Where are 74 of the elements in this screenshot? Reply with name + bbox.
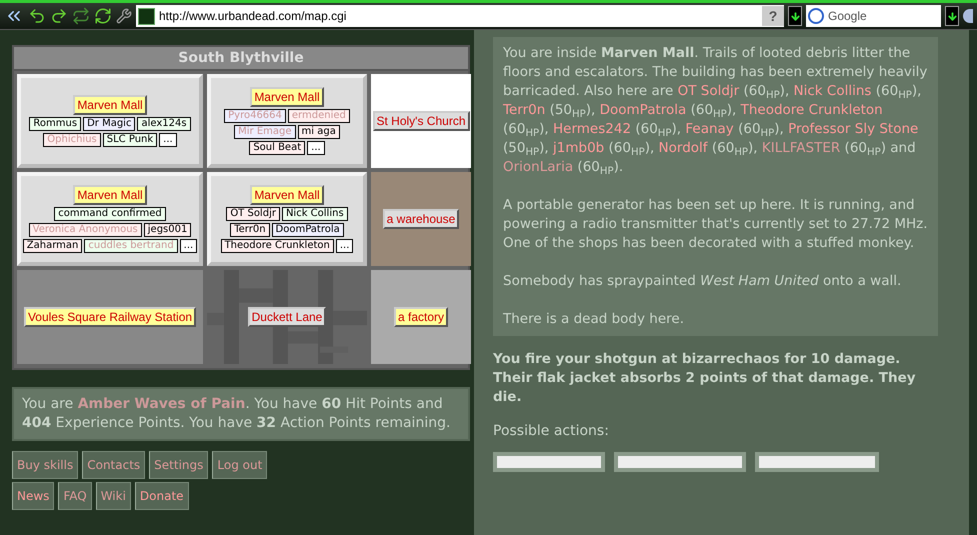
survivor-tag[interactable]: ... (336, 239, 354, 253)
nav-link[interactable]: Log out (212, 451, 268, 479)
description-text: A portable generator has been set up here. It is running, and powering a radio transmitter that's currently set to 27.72 MHz. One of the shops has been decorated with a stuffed monkey. (503, 196, 928, 253)
player-link[interactable]: Nick Collins (794, 83, 872, 99)
description-text: Somebody has spraypainted West Ham United onto a wall. (503, 272, 902, 291)
survivor-tag[interactable]: Rommus (29, 117, 82, 131)
survivor-tag[interactable]: SLC Punk (102, 133, 158, 147)
action-button[interactable] (493, 452, 605, 472)
help-button[interactable]: ? (762, 6, 784, 26)
refresh-icon[interactable] (94, 7, 112, 25)
survivor-tag[interactable]: alex124s (137, 117, 191, 131)
arrow-down-icon (790, 10, 800, 22)
location-button[interactable]: Voules Square Railway Station (24, 307, 196, 327)
survivor-tag[interactable]: ermdenied (288, 109, 350, 123)
description-text: There is a dead body here. (503, 310, 685, 329)
survivor-tag[interactable]: Soul Beat (249, 141, 306, 155)
location-button[interactable]: Marven Mall (250, 185, 324, 205)
player-link[interactable]: OT Soldjr (678, 83, 740, 99)
nav-link[interactable]: FAQ (58, 482, 92, 510)
arrow-icon[interactable] (50, 7, 68, 25)
location-button[interactable]: Marven Mall (250, 87, 324, 107)
location-button[interactable]: Duckett Lane (248, 307, 326, 327)
nav-link[interactable]: Buy skills (12, 451, 78, 479)
player-link[interactable]: Nordolf (658, 140, 708, 156)
survivor-tag[interactable]: Zaharman (22, 239, 82, 253)
survivor-tag[interactable]: DoomPatrola (272, 223, 344, 237)
survivor-tag[interactable]: cuddles bertrand (84, 239, 178, 253)
nav-link[interactable]: Wiki (96, 482, 131, 510)
location-button[interactable]: a warehouse (382, 209, 460, 229)
nav-link[interactable]: Settings (149, 451, 208, 479)
survivor-tag[interactable]: Theodore Crunkleton (220, 239, 334, 253)
arrow-icon[interactable] (28, 7, 46, 25)
address-field[interactable]: http://www.urbandead.com/map.cgi ? (136, 5, 784, 27)
survivor-tag[interactable]: mi aga (298, 125, 340, 139)
survivor-tag[interactable]: Dr Magic (83, 117, 136, 131)
dropdown-button[interactable] (945, 6, 959, 26)
location-button[interactable]: Marven Mall (73, 185, 147, 205)
player-link[interactable]: DoomPatrola (600, 102, 686, 118)
arrows-icon[interactable] (72, 7, 90, 25)
action-button[interactable] (614, 452, 746, 472)
player-link[interactable]: Hermes242 (553, 121, 632, 137)
site-icon (138, 8, 155, 24)
arrow-down-icon (946, 10, 958, 22)
survivor-tag[interactable]: command confirmed (54, 207, 166, 221)
action-button[interactable] (755, 452, 879, 472)
status-text: You are Amber Waves of Pain. You have 60 Hit Points and 404 Experience Points. You have 32 Action Points remaining. (12, 387, 470, 441)
survivor-tag[interactable]: Nick Collins (282, 207, 348, 221)
g-icon (808, 8, 824, 24)
player-link[interactable]: Terr0n (503, 102, 546, 118)
location-button[interactable]: St Holy's Church (372, 111, 470, 131)
survivor-tag[interactable]: ... (180, 239, 198, 253)
location-button[interactable]: Marven Mall (73, 95, 147, 115)
suburb-title: South Blythville (14, 47, 468, 71)
location-button[interactable]: a factory (394, 307, 448, 327)
player-link[interactable]: j1mb0b (553, 140, 604, 156)
description-text: You are inside Marven Mall. Trails of looted debris litter the floors and escalators. The building has been extremely heavily barricaded. Also here are OT Soldjr (60$_{HP}$), Nick Collins (60$_{HP}$), Terr0n (50$_{HP}$), DoomPatrola (60$_{HP}$), Theodore Crunkleton (60$_{HP}$), Hermes242 (60$_{HP}$), Feanay (60$_{HP}$), Professor Sly Stone (50$_{HP}$), j1mb0b (60$_{HP}$), Nordolf (60$_{HP}$), KILLFASTER (60$_{HP}$) and OrionLaria (60$_{HP}$). (503, 44, 928, 177)
survivor-tag[interactable]: OT Soldjr (226, 207, 280, 221)
survivor-tag[interactable]: ... (307, 141, 325, 155)
survivor-tag[interactable]: Veronica Anonymous (28, 223, 142, 237)
actions-heading: Possible actions: (493, 422, 610, 441)
survivor-tag[interactable]: Terr0n (230, 223, 270, 237)
nav-link[interactable]: News (12, 482, 54, 510)
action-message: You fire your shotgun at bizarrechaos for 10 damage. Their flak jacket absorbs 2 points of that damage. They die. (493, 350, 917, 407)
player-link[interactable]: Theodore Crunkleton (740, 102, 883, 118)
survivor-tag[interactable]: jegs001 (144, 223, 192, 237)
search-field[interactable]: Google (806, 5, 941, 27)
player-link[interactable]: Professor Sly Stone (788, 121, 918, 137)
survivor-tag[interactable]: Ophichius (43, 133, 101, 147)
survivor-tag[interactable]: ... (159, 133, 177, 147)
nav-link[interactable]: Contacts (82, 451, 146, 479)
wrench-icon[interactable] (116, 8, 132, 24)
dropdown-button[interactable] (788, 6, 802, 26)
player-link[interactable]: Feanay (685, 121, 734, 137)
nav-link[interactable]: Donate (134, 482, 189, 510)
